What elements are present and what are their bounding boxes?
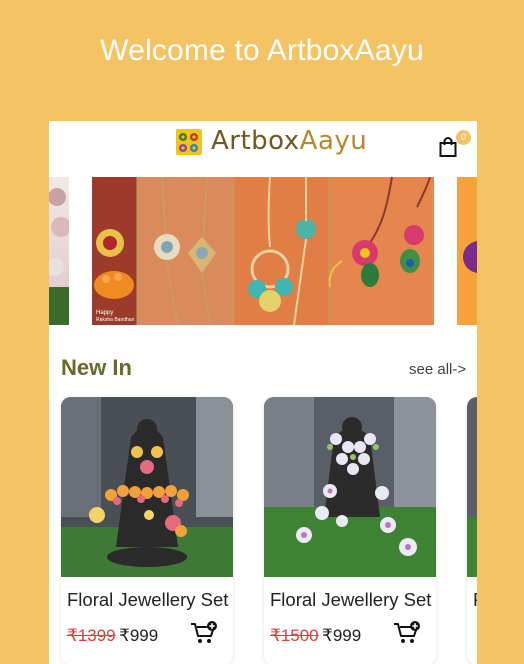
product-card[interactable]: F (467, 397, 477, 664)
product-card[interactable]: Floral Jewellery Set ₹1399 ₹999 (61, 397, 233, 664)
add-to-cart-icon[interactable] (190, 621, 218, 650)
app-bar: ArtboxAayu 0 (49, 121, 477, 163)
product-image[interactable] (264, 397, 436, 577)
see-all-link[interactable]: see all-> (409, 361, 466, 378)
product-card[interactable]: Floral Jewellery Set ₹1500 ₹999 (264, 397, 436, 664)
product-image[interactable] (467, 397, 477, 577)
app-screen: ArtboxAayu 0 Happy Raksha Bandhan New In… (49, 121, 477, 664)
logo-icon (176, 129, 202, 155)
add-to-cart-icon[interactable] (393, 621, 421, 650)
product-image[interactable] (61, 397, 233, 577)
product-name: F (473, 589, 477, 611)
banner-caption-2: Raksha Bandhan (96, 317, 135, 323)
banner-caption-1: Happy (96, 310, 113, 316)
sale-price: ₹999 (119, 626, 159, 645)
banner-slide-rakhi[interactable]: Happy Raksha Bandhan (92, 177, 434, 325)
banner-slide-previous[interactable] (49, 177, 69, 325)
original-price: ₹1399 (67, 626, 116, 645)
shopping-bag-icon[interactable] (439, 137, 457, 162)
sale-price: ₹999 (322, 626, 362, 645)
original-price: ₹1500 (270, 626, 319, 645)
brand-logo-text: ArtboxAayu (211, 126, 368, 156)
cart-count-badge: 0 (456, 130, 471, 145)
welcome-title: Welcome to ArtboxAayu (100, 34, 424, 67)
product-name: Floral Jewellery Set (67, 589, 229, 610)
section-title: New In (61, 355, 132, 380)
product-name: Floral Jewellery Set (270, 589, 432, 610)
banner-slide-next[interactable] (457, 177, 477, 325)
